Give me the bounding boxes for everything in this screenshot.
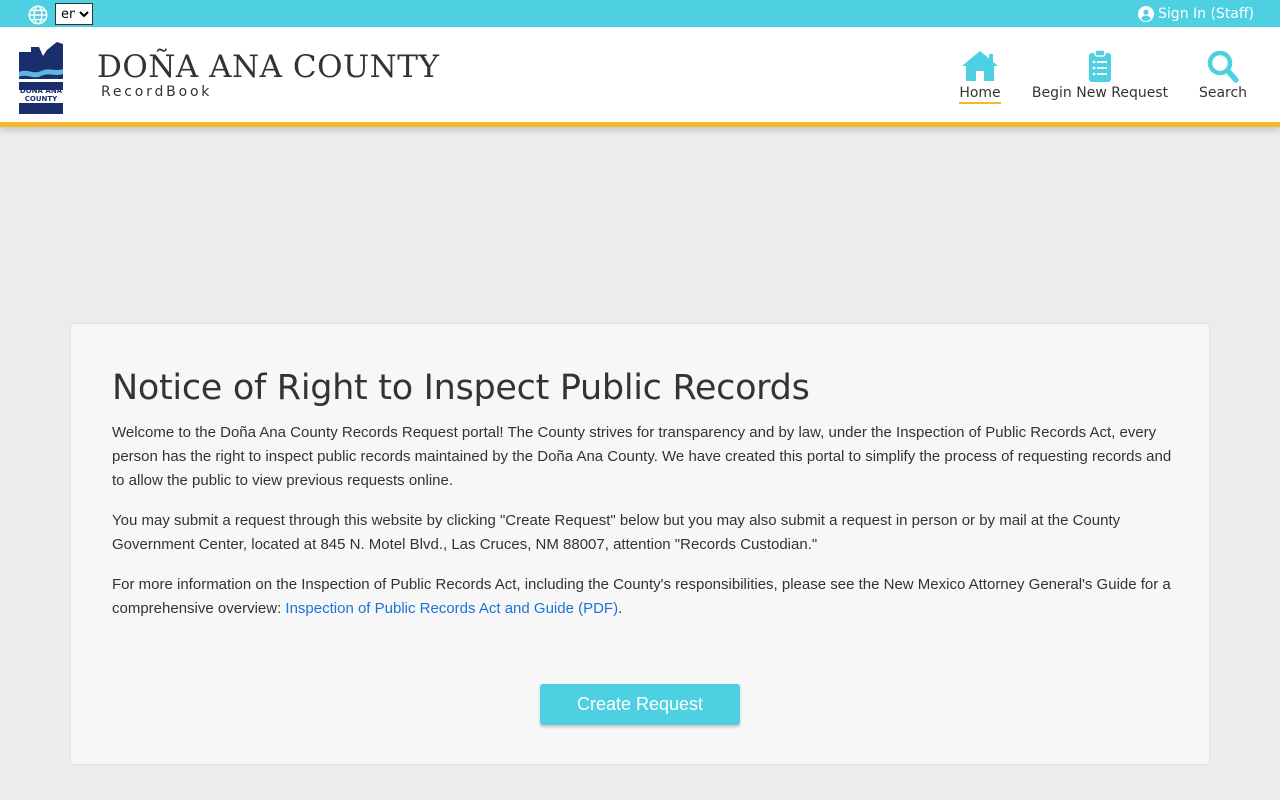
sign-in-staff-link[interactable]: Sign In (Staff) [1138,4,1254,24]
welcome-paragraph: Welcome to the Doña Ana County Records R… [112,424,1172,489]
user-circle-icon [1138,6,1155,22]
clipboard-icon [1089,49,1111,82]
site-header: DOÑA ANA COUNTY DOÑA ANA COUNTY RecordBo… [0,27,1280,127]
home-icon [962,51,998,81]
more-info-paragraph: For more information on the Inspection o… [112,573,1176,621]
sign-in-label: Sign In (Staff) [1158,6,1254,22]
notice-card: Notice of Right to Inspect Public Record… [70,323,1210,765]
more-info-period: . [618,600,623,617]
site-subtitle: RecordBook [101,84,213,100]
nav-search[interactable]: Search [1196,49,1250,111]
globe-icon[interactable] [27,4,49,26]
site-title: DOÑA ANA COUNTY [97,49,440,85]
submission-paragraph: You may submit a request through this we… [112,512,1121,553]
nav-begin-new-request[interactable]: Begin New Request [1032,49,1168,111]
language-select[interactable]: en [55,3,93,25]
create-request-button[interactable]: Create Request [540,684,740,725]
nav-home-label: Home [959,85,1001,104]
svg-text:COUNTY: COUNTY [25,95,58,103]
nav-home[interactable]: Home [952,49,1008,111]
search-icon [1207,50,1239,83]
nav-search-label: Search [1198,85,1248,101]
nav-begin-new-request-label: Begin New Request [1031,85,1169,101]
more-info-text: For more information on the Inspection o… [112,576,1171,617]
notice-heading: Notice of Right to Inspect Public Record… [112,368,810,408]
svg-text:DOÑA ANA: DOÑA ANA [20,86,63,95]
top-bar: en Sign In (Staff) [0,0,1280,27]
ipra-guide-link[interactable]: Inspection of Public Records Act and Gui… [285,600,618,617]
county-logo[interactable]: DOÑA ANA COUNTY [17,42,65,114]
